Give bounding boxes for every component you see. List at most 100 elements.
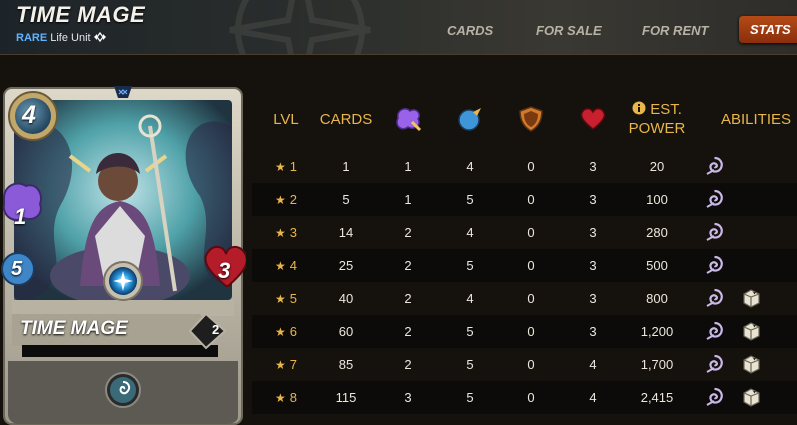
table-row: ★ 3 14 2 4 0 3 280 xyxy=(252,216,797,249)
magic-cell: 2 xyxy=(404,357,412,372)
power-cell: 800 xyxy=(646,291,668,306)
card-image: 4 1 5 3 TIME MAGE 2 xyxy=(0,86,246,425)
health-cell: 3 xyxy=(589,225,597,240)
rarity-label: RARE xyxy=(16,32,48,44)
health-cell: 3 xyxy=(589,324,597,339)
star-icon: ★ xyxy=(275,291,286,306)
est-power-header: EST. POWER xyxy=(612,88,702,150)
hourglass-cube-icon[interactable] xyxy=(741,354,762,375)
splinter-emblem-icon xyxy=(229,0,371,54)
abilities-header: ABILITIES xyxy=(720,110,792,128)
power-cell: 1,700 xyxy=(640,357,674,372)
table-row: ★ 1 1 1 4 0 3 20 xyxy=(252,150,797,183)
star-icon: ★ xyxy=(275,225,286,240)
magic-cell: 1 xyxy=(404,159,412,174)
speed-cell: 5 xyxy=(466,258,474,273)
tab-for-sale[interactable]: FOR SALE xyxy=(536,23,602,38)
power-cell: 2,415 xyxy=(640,390,674,405)
speed-cell: 5 xyxy=(466,324,474,339)
cards-cell: 14 xyxy=(338,225,354,240)
armor-cell: 0 xyxy=(527,192,535,207)
health-cell: 3 xyxy=(589,258,597,273)
slow-spiral-icon[interactable] xyxy=(704,288,725,309)
speed-cell: 5 xyxy=(466,192,474,207)
star-icon: ★ xyxy=(275,357,286,372)
slow-spiral-icon[interactable] xyxy=(704,255,725,276)
health-cell: 4 xyxy=(589,390,597,405)
card-level: 2 xyxy=(212,322,220,337)
speed-cell: 5 xyxy=(466,390,474,405)
level-value: 1 xyxy=(289,159,297,174)
level-value: 4 xyxy=(289,258,297,273)
unit-type-label: Life Unit xyxy=(50,32,91,44)
magic-cell: 3 xyxy=(404,390,412,405)
level-cell: ★ 2 xyxy=(266,183,306,216)
armor-shield-icon xyxy=(515,88,547,150)
cards-cell: 5 xyxy=(342,192,350,207)
speed-cell: 4 xyxy=(466,225,474,240)
tab-cards[interactable]: CARDS xyxy=(447,23,493,38)
level-value: 8 xyxy=(289,390,297,405)
level-cell: ★ 5 xyxy=(266,282,306,315)
card-magic-value: 1 xyxy=(14,204,27,229)
table-header-row: LVL CARDS EST. POWER ABILITIES xyxy=(252,88,797,150)
speed-icon xyxy=(454,88,486,150)
table-row: ★ 4 25 2 5 0 3 500 xyxy=(252,249,797,282)
health-cell: 4 xyxy=(589,357,597,372)
health-cell: 3 xyxy=(589,192,597,207)
level-cell: ★ 1 xyxy=(266,150,306,183)
health-cell: 3 xyxy=(589,291,597,306)
card-health-value: 3 xyxy=(218,258,231,283)
power-cell: 500 xyxy=(646,258,668,273)
level-cell: ★ 4 xyxy=(266,249,306,282)
level-cell: ★ 7 xyxy=(266,348,306,381)
hourglass-cube-icon[interactable] xyxy=(741,288,762,309)
slow-spiral-icon[interactable] xyxy=(704,156,725,177)
table-row: ★ 2 5 1 5 0 3 100 xyxy=(252,183,797,216)
star-icon: ★ xyxy=(275,324,286,339)
stats-table: LVL CARDS EST. POWER ABILITIES ★ 1 1 1 4… xyxy=(252,88,797,414)
slow-spiral-icon[interactable] xyxy=(704,321,725,342)
slow-spiral-icon[interactable] xyxy=(704,354,725,375)
tab-stats[interactable]: STATS xyxy=(739,16,797,43)
page-title: TIME MAGE xyxy=(16,2,146,27)
hourglass-cube-icon[interactable] xyxy=(741,387,762,408)
cards-cell: 115 xyxy=(335,390,357,405)
level-cell: ★ 3 xyxy=(266,216,306,249)
cards-cell: 1 xyxy=(342,159,350,174)
hourglass-cube-icon[interactable] xyxy=(741,321,762,342)
speed-cell: 4 xyxy=(466,159,474,174)
speed-cell: 4 xyxy=(466,291,474,306)
level-value: 6 xyxy=(289,324,297,339)
info-icon[interactable] xyxy=(632,101,646,115)
armor-cell: 0 xyxy=(527,324,535,339)
page-header: TIME MAGE RARE Life Unit CARDS FOR SALE … xyxy=(0,0,797,55)
slow-spiral-icon[interactable] xyxy=(704,387,725,408)
power-cell: 100 xyxy=(646,192,668,207)
table-row: ★ 8 115 3 5 0 4 2,415 xyxy=(252,381,797,414)
cards-cell: 60 xyxy=(338,324,354,339)
star-icon: ★ xyxy=(275,390,286,405)
level-cell: ★ 8 xyxy=(266,381,306,414)
star-icon: ★ xyxy=(275,159,286,174)
card-speed-value: 5 xyxy=(11,258,23,280)
magic-cell: 1 xyxy=(404,192,412,207)
armor-cell: 0 xyxy=(527,225,535,240)
cards-cell: 85 xyxy=(338,357,354,372)
tab-for-rent[interactable]: FOR RENT xyxy=(642,23,708,38)
power-cell: 1,200 xyxy=(640,324,674,339)
edition-diamond-icon xyxy=(93,32,106,42)
level-value: 7 xyxy=(289,357,297,372)
lvl-header: LVL xyxy=(273,110,299,128)
magic-cell: 2 xyxy=(404,225,412,240)
slow-spiral-icon[interactable] xyxy=(704,222,725,243)
armor-cell: 0 xyxy=(527,390,535,405)
level-value: 3 xyxy=(289,225,297,240)
est-power-label-2: POWER xyxy=(628,120,686,137)
armor-cell: 0 xyxy=(527,357,535,372)
level-cell: ★ 6 xyxy=(266,315,306,348)
magic-attack-icon xyxy=(392,88,424,150)
level-value: 2 xyxy=(289,192,297,207)
est-power-label-1: EST. xyxy=(650,101,682,118)
slow-spiral-icon[interactable] xyxy=(704,189,725,210)
